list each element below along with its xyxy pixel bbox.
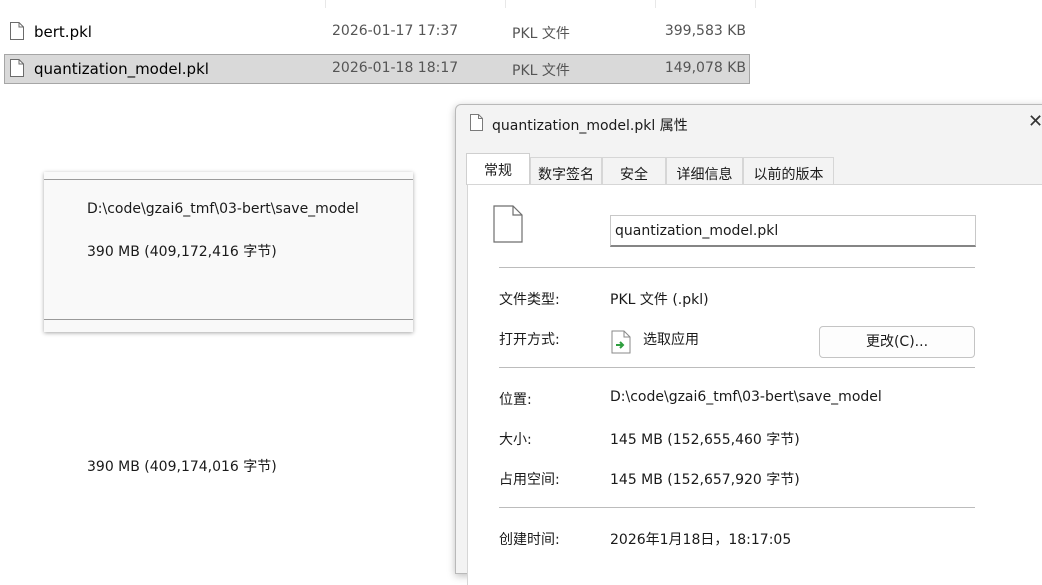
- general-tab-panel: 文件类型: PKL 文件 (.pkl) 打开方式: 选取应用 更改(C)... …: [467, 184, 1042, 585]
- opens-with-label: 打开方式:: [499, 332, 560, 348]
- opens-with-value: 选取应用: [643, 332, 699, 348]
- size-value: 145 MB (152,655,460 字节): [610, 432, 800, 448]
- file-name: quantization_model.pkl: [34, 60, 209, 78]
- file-name: bert.pkl: [34, 23, 92, 41]
- blank-file-icon: [470, 114, 483, 131]
- divider: [499, 367, 975, 368]
- file-size: 399,583 KB: [664, 23, 746, 39]
- tab-digital-signatures[interactable]: 数字签名: [530, 157, 602, 184]
- size-label: 大小:: [499, 432, 532, 448]
- location-label: 位置:: [499, 392, 532, 408]
- file-type-label: 文件类型:: [499, 292, 560, 308]
- file-size: 149,078 KB: [664, 60, 746, 76]
- file-date: 2026-01-18 18:17: [332, 60, 459, 76]
- column-separator: [505, 0, 506, 8]
- created-label: 创建时间:: [499, 532, 560, 548]
- file-type: PKL 文件: [512, 63, 570, 79]
- blank-file-icon: [10, 59, 24, 77]
- properties-dialog: quantization_model.pkl 属性 ✕ 常规 数字签名 安全 详…: [455, 104, 1042, 585]
- divider: [499, 507, 975, 508]
- column-separator: [655, 0, 656, 8]
- tab-security[interactable]: 安全: [602, 157, 666, 184]
- file-type-value: PKL 文件 (.pkl): [610, 292, 709, 308]
- location-value: D:\code\gzai6_tmf\03-bert\save_model: [610, 389, 882, 405]
- properties-fragment: D:\code\gzai6_tmf\03-bert\save_model 390…: [44, 172, 413, 475]
- tab-previous-versions[interactable]: 以前的版本: [743, 157, 834, 184]
- close-icon[interactable]: ✕: [1028, 111, 1042, 132]
- column-separator: [325, 0, 326, 8]
- filename-input[interactable]: [610, 215, 976, 247]
- size-value: 390 MB (409,172,416 字节): [87, 244, 277, 260]
- created-value: 2026年1月18日，18:17:05: [610, 532, 792, 548]
- file-type: PKL 文件: [512, 26, 570, 42]
- choose-app-icon: [611, 330, 631, 354]
- size-on-disk-value: 390 MB (409,174,016 字节): [87, 459, 277, 475]
- tab-details[interactable]: 详细信息: [666, 157, 743, 184]
- file-row-quantization-model[interactable]: quantization_model.pkl 2026-01-18 18:17 …: [4, 54, 750, 84]
- dialog-title: quantization_model.pkl 属性: [492, 118, 688, 134]
- blank-file-icon: [493, 205, 523, 243]
- size-on-disk-value: 145 MB (152,657,920 字节): [610, 472, 800, 488]
- file-date: 2026-01-17 17:37: [332, 23, 459, 39]
- divider: [44, 319, 413, 320]
- tab-general[interactable]: 常规: [466, 153, 530, 185]
- divider: [499, 267, 975, 268]
- size-on-disk-label: 占用空间:: [499, 472, 560, 488]
- location-value: D:\code\gzai6_tmf\03-bert\save_model: [87, 201, 359, 217]
- blank-file-icon: [10, 22, 24, 40]
- divider: [44, 179, 413, 180]
- change-button[interactable]: 更改(C)...: [819, 326, 975, 358]
- column-separator: [755, 0, 756, 8]
- file-row-bert[interactable]: bert.pkl 2026-01-17 17:37 PKL 文件 399,583…: [4, 17, 750, 47]
